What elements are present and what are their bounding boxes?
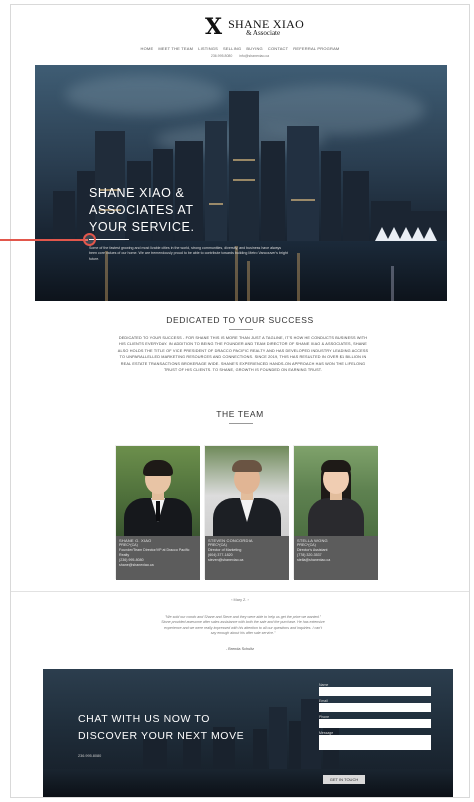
team-member-email[interactable]: steven@shanexiao.ca — [208, 558, 286, 563]
nav-meet-the-team[interactable]: MEET THE TEAM — [158, 46, 193, 51]
nav-listings[interactable]: LISTINGS — [198, 46, 218, 51]
annotation-line — [0, 239, 88, 241]
name-field[interactable] — [319, 687, 431, 696]
submit-button[interactable]: GET IN TOUCH — [323, 775, 365, 784]
team-photo — [116, 446, 200, 536]
phone-field[interactable] — [319, 719, 431, 728]
logo[interactable]: X SHANE XIAO & Associate — [205, 15, 304, 39]
team-member-email[interactable]: shane@shanexiao.ca — [119, 563, 197, 568]
team-rule — [229, 423, 253, 424]
header-phone[interactable]: 236.995.8080 — [211, 54, 232, 58]
dedicated-body: DEDICATED TO YOUR SUCCESS - FOR SHANE TH… — [117, 336, 369, 373]
message-field[interactable] — [319, 735, 431, 750]
email-field[interactable] — [319, 703, 431, 712]
contact-form: Name Email Phone Message GET IN TOUCH — [319, 683, 431, 784]
chat-phone[interactable]: 236.995.8080 — [78, 754, 101, 758]
header-email[interactable]: info@shanexiao.ca — [239, 54, 269, 58]
hero-title: SHANE XIAO & ASSOCIATES AT YOUR SERVICE. — [89, 186, 195, 234]
logo-subtitle: & Associate — [246, 28, 281, 37]
testimonial-nav[interactable]: ‹ Mary Z. › — [11, 598, 469, 602]
hero-body: Some of the fastest growing and most liv… — [89, 246, 288, 261]
nav-contact[interactable]: CONTACT — [268, 46, 288, 51]
nav-home[interactable]: HOME — [141, 46, 154, 51]
testimonial-author: - Brenda Schultz — [225, 647, 255, 651]
nav-referral-program[interactable]: REFERRAL PROGRAM — [293, 46, 339, 51]
team-title: THE TEAM — [216, 409, 264, 419]
dedicated-title: DEDICATED TO YOUR SUCCESS — [166, 315, 314, 325]
nav-selling[interactable]: SELLING — [223, 46, 241, 51]
team-photo — [294, 446, 378, 536]
team-photo — [205, 446, 289, 536]
team-info: STEVEN CONCORDIA PREC*(CA) Director of M… — [205, 536, 289, 580]
team-card-shane[interactable]: SHANE G. XIAO PREC*(CA) Founder/Team Dir… — [115, 445, 200, 580]
team-member-role: Founder/Team Director/VP at Dracco Pacif… — [119, 548, 190, 557]
logo-text: SHANE XIAO & Associate — [228, 18, 304, 37]
team-card-steven[interactable]: STEVEN CONCORDIA PREC*(CA) Director of M… — [204, 445, 289, 580]
logo-mark: X — [205, 14, 223, 40]
header-contact: 236.995.8080 info@shanexiao.ca — [11, 54, 469, 58]
testimonial-quote: "We sold our condo and Shane and Steve a… — [161, 615, 325, 636]
section-divider — [11, 591, 469, 592]
chat-title: CHAT WITH US NOW TO DISCOVER YOUR NEXT M… — [78, 713, 245, 742]
team-member-email[interactable]: stella@shanexiao.ca — [297, 558, 375, 563]
logo-name: SHANE XIAO — [228, 16, 305, 31]
team-info: SHANE G. XIAO PREC*(CA) Founder/Team Dir… — [116, 536, 200, 580]
team-grid: SHANE G. XIAO PREC*(CA) Founder/Team Dir… — [115, 445, 389, 580]
main-nav: HOME MEET THE TEAM LISTINGS SELLING BUYI… — [11, 46, 469, 51]
hero-banner: SHANE XIAO & ASSOCIATES AT YOUR SERVICE.… — [35, 65, 447, 301]
annotation-marker — [83, 233, 96, 246]
site-header: X SHANE XIAO & Associate HOME MEET THE T… — [11, 5, 469, 63]
nav-buying[interactable]: BUYING — [246, 46, 263, 51]
website-page: X SHANE XIAO & Associate HOME MEET THE T… — [10, 4, 470, 798]
chat-section: CHAT WITH US NOW TO DISCOVER YOUR NEXT M… — [43, 669, 453, 797]
team-info: STELLA WONG PREC*(CA) Director's Assista… — [294, 536, 378, 580]
team-card-stella[interactable]: STELLA WONG PREC*(CA) Director's Assista… — [293, 445, 378, 580]
dedicated-rule — [229, 329, 253, 330]
